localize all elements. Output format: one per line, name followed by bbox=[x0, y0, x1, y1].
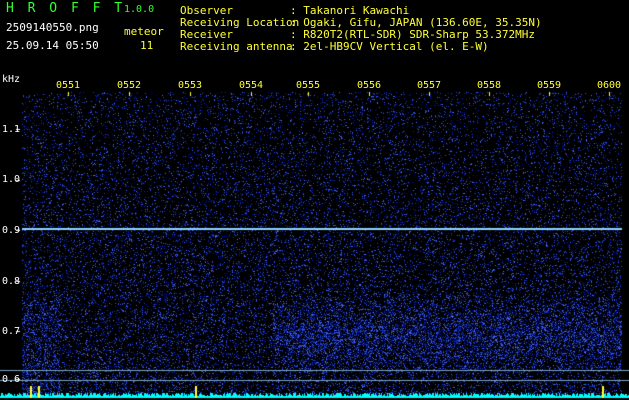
time-tick: 0555 bbox=[296, 80, 321, 91]
freq-tick: 1.0 bbox=[2, 174, 21, 185]
antenna-label: Receiving antenna bbox=[180, 40, 293, 53]
antenna-value: : 2el-HB9CV Vertical (el. E-W) bbox=[290, 40, 489, 53]
time-tick: 0551 bbox=[56, 80, 81, 91]
freq-tick: 0.9 bbox=[2, 225, 21, 236]
app-version: 1.0.0 bbox=[124, 4, 155, 15]
freq-tick: 0.7 bbox=[2, 326, 21, 337]
time-tick: 0558 bbox=[477, 80, 502, 91]
freq-tick: 0.6 bbox=[2, 374, 21, 385]
app-title: H R O F F T bbox=[6, 1, 126, 16]
time-tick: 0600 bbox=[597, 80, 622, 91]
spectrogram-display bbox=[0, 0, 629, 400]
time-tick: 0557 bbox=[417, 80, 442, 91]
file-name: 2509140550.png bbox=[6, 21, 99, 34]
meteor-label: meteor bbox=[124, 25, 164, 38]
time-tick: 0556 bbox=[357, 80, 382, 91]
time-tick: 0559 bbox=[537, 80, 562, 91]
date-time: 25.09.14 05:50 bbox=[6, 39, 99, 52]
freq-tick: 1.1 bbox=[2, 124, 21, 135]
time-tick: 0552 bbox=[117, 80, 142, 91]
meteor-count: 11 bbox=[140, 39, 154, 52]
time-tick: 0554 bbox=[239, 80, 264, 91]
time-tick: 0553 bbox=[178, 80, 203, 91]
y-axis-unit: kHz bbox=[2, 74, 21, 85]
freq-tick: 0.8 bbox=[2, 276, 21, 287]
